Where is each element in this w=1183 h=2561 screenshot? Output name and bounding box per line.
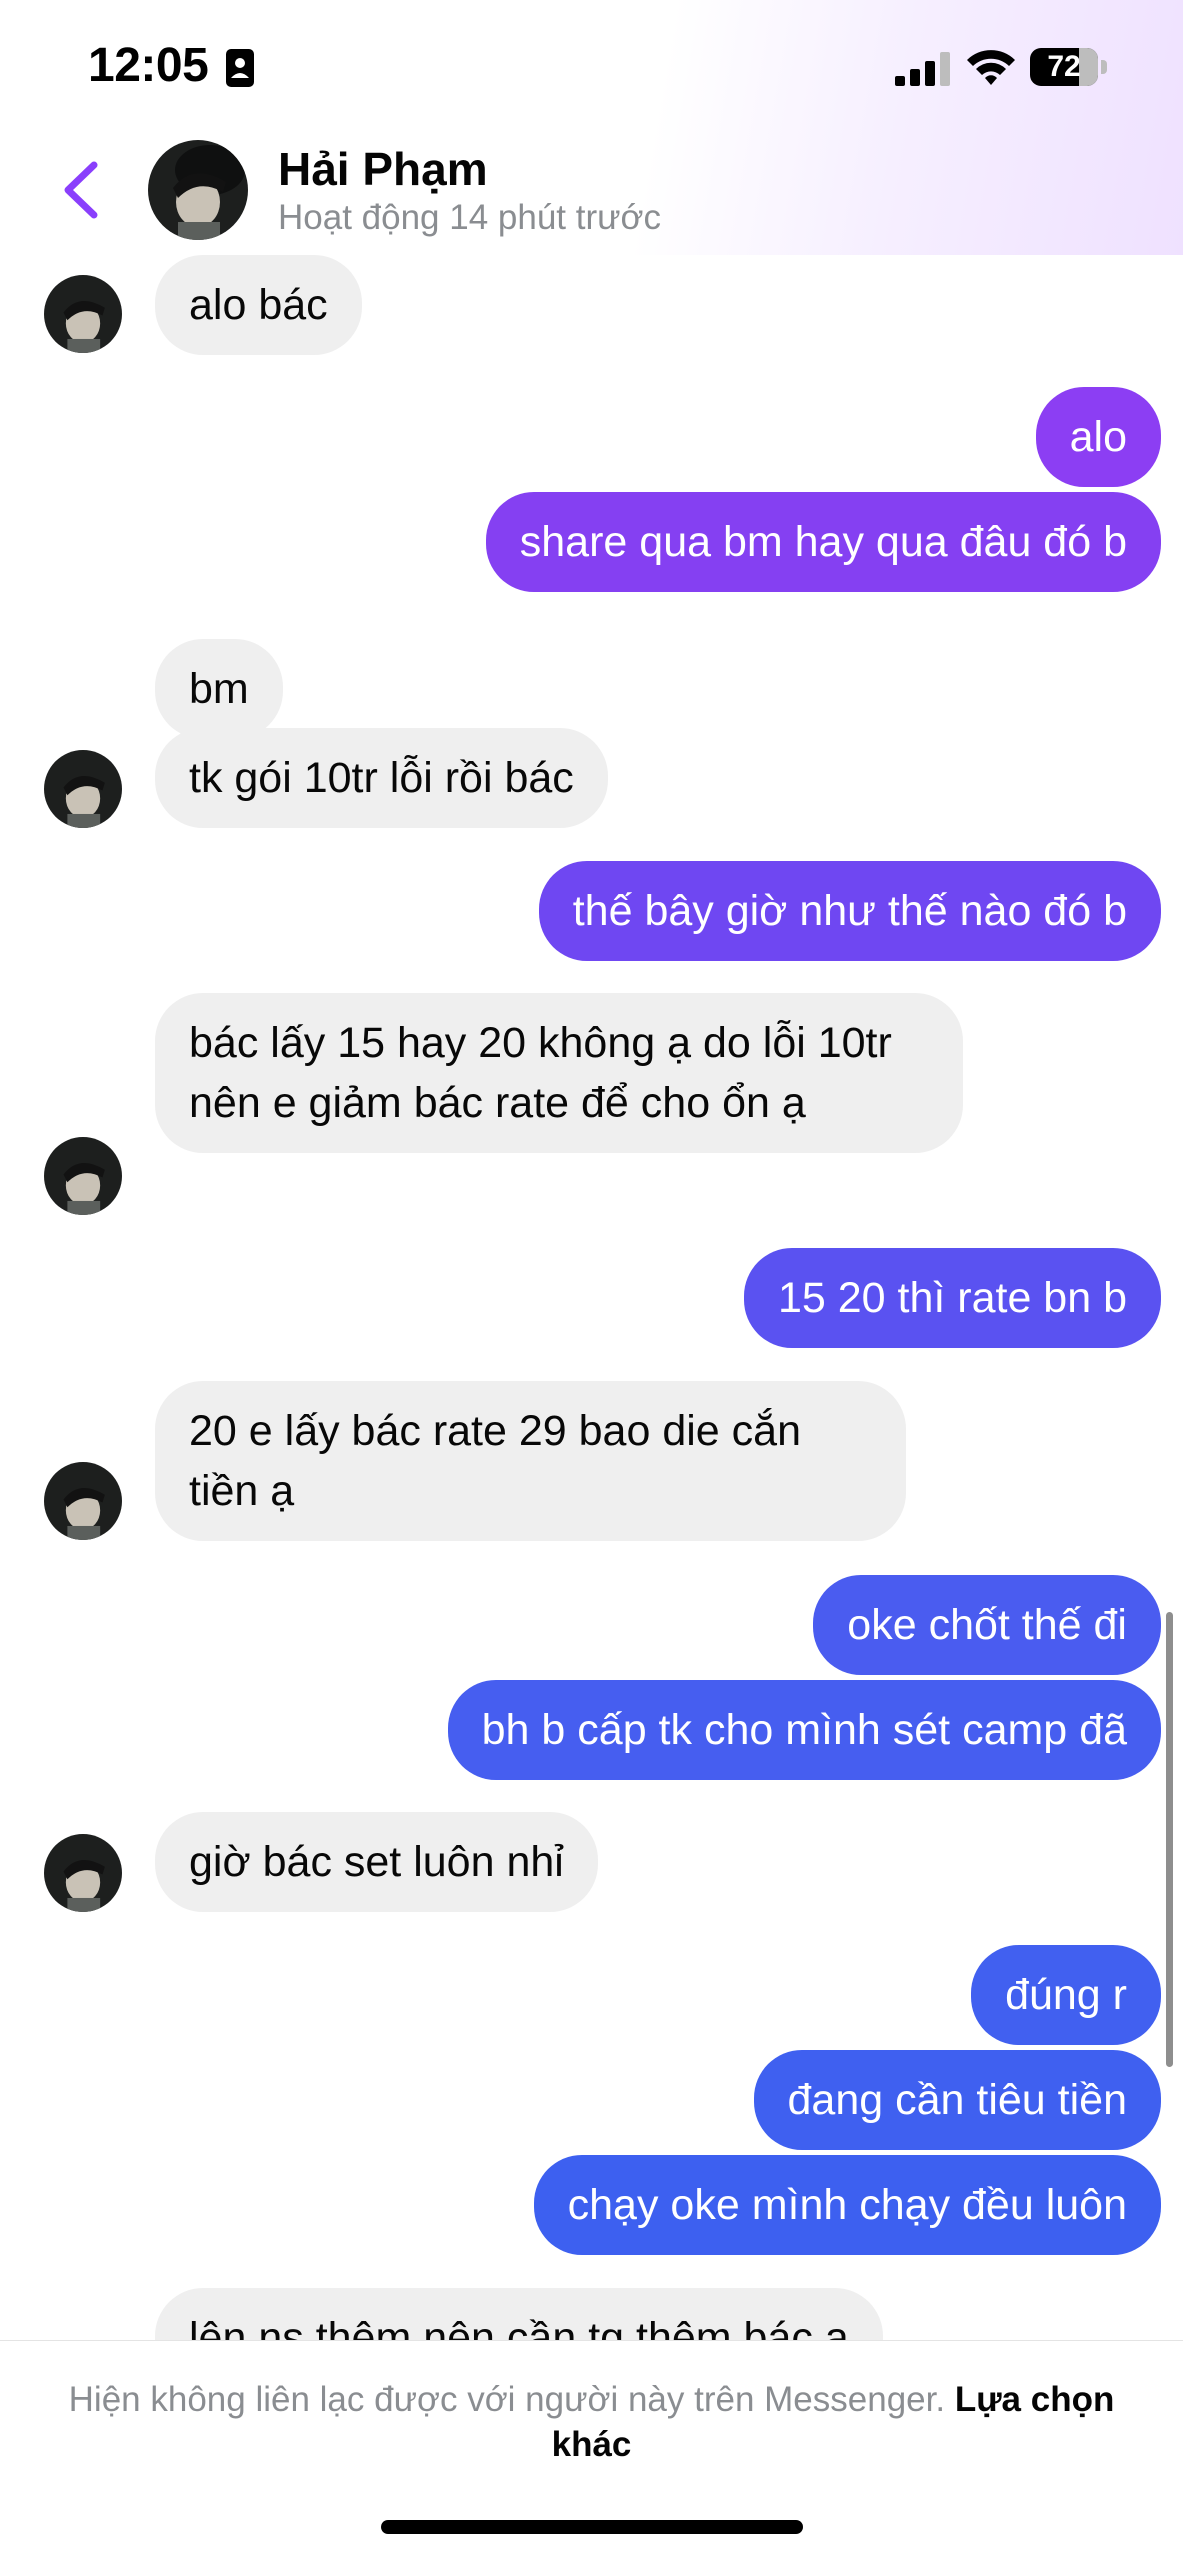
wifi-icon: [967, 50, 1015, 85]
contact-avatar[interactable]: [148, 140, 248, 240]
avatar-photo-icon: [44, 750, 122, 828]
contact-name[interactable]: Hải Phạm: [278, 142, 488, 196]
sender-avatar: [44, 750, 122, 828]
message-bubble-incoming[interactable]: bm: [155, 639, 283, 739]
scrollbar[interactable]: [1166, 1612, 1173, 2067]
contact-card-icon: [226, 49, 254, 87]
chat-header: Hải Phạm Hoạt động 14 phút trước: [0, 130, 1183, 250]
sender-avatar: [44, 1137, 122, 1215]
message-bubble-outgoing[interactable]: alo: [1035, 387, 1161, 487]
contact-status: Hoạt động 14 phút trước: [278, 198, 662, 237]
avatar-photo-icon: [44, 275, 122, 353]
message-bubble-outgoing[interactable]: bh b cấp tk cho mình sét camp đã: [447, 1680, 1161, 1780]
message-bubble-outgoing[interactable]: thế bây giờ như thế nào đó b: [538, 861, 1161, 961]
battery-tip: [1101, 60, 1107, 74]
message-bubble-outgoing[interactable]: share qua bm hay qua đâu đó b: [485, 492, 1161, 592]
status-time: 12:05: [88, 39, 209, 92]
message-bubble-incoming[interactable]: bác lấy 15 hay 20 không ạ do lỗi 10tr nê…: [155, 993, 963, 1153]
avatar-photo-icon: [44, 1462, 122, 1540]
message-bubble-outgoing[interactable]: đang cần tiêu tiền: [753, 2050, 1161, 2150]
avatar-photo-icon: [148, 140, 248, 240]
message-bubble-incoming[interactable]: 20 e lấy bác rate 29 bao die cắn tiền ạ: [155, 1381, 906, 1541]
battery-level: 72: [1047, 50, 1081, 83]
home-indicator[interactable]: [381, 2520, 803, 2534]
battery-icon: 72: [1030, 48, 1110, 86]
battery-body: 72: [1030, 48, 1098, 86]
unavailable-notice-text: Hiện không liên lạc được với người này t…: [68, 2380, 946, 2419]
sender-avatar: [44, 1462, 122, 1540]
message-bubble-outgoing[interactable]: 15 20 thì rate bn b: [743, 1248, 1161, 1348]
sender-avatar: [44, 1834, 122, 1912]
sender-avatar: [44, 275, 122, 353]
status-bar: 12:05 72: [0, 0, 1183, 130]
message-bubble-incoming[interactable]: giờ bác set luôn nhỉ: [155, 1812, 598, 1912]
message-bubble-outgoing[interactable]: oke chốt thế đi: [813, 1575, 1161, 1675]
message-bubble-incoming[interactable]: alo bác: [155, 255, 362, 355]
unavailable-notice: Hiện không liên lạc được với người này t…: [60, 2377, 1123, 2467]
message-bubble-outgoing[interactable]: chạy oke mình chạy đều luôn: [533, 2155, 1161, 2255]
message-bubble-outgoing[interactable]: đúng r: [971, 1945, 1161, 2045]
avatar-photo-icon: [44, 1137, 122, 1215]
avatar-photo-icon: [44, 1834, 122, 1912]
message-bubble-incoming[interactable]: tk gói 10tr lỗi rồi bác: [155, 728, 608, 828]
cellular-signal-icon: [895, 52, 950, 86]
back-button[interactable]: [52, 155, 112, 225]
